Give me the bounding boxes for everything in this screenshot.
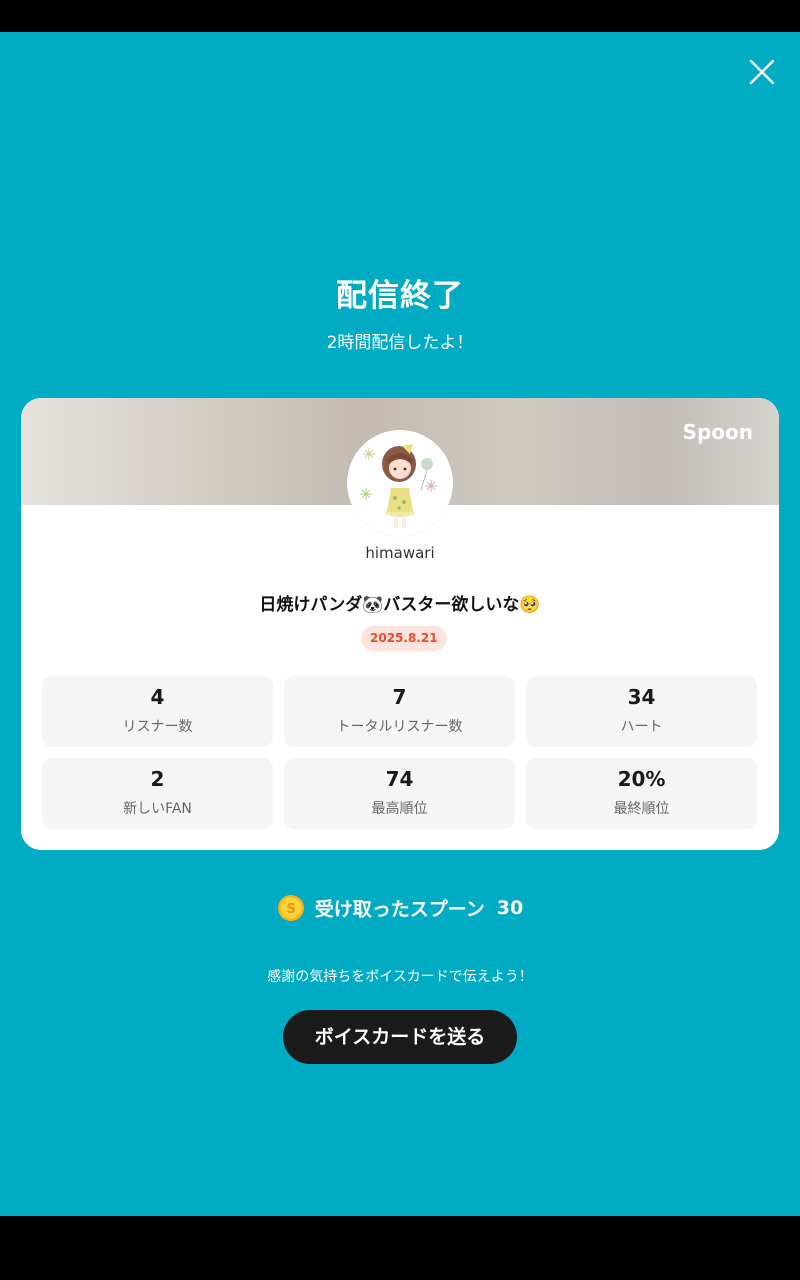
stat-label: 最高順位 (371, 801, 428, 817)
stat-label: リスナー数 (122, 719, 193, 735)
live-ended-screen: 配信終了 2時間配信したよ！ Spoon himawari 日焼けパンダ🐼バスタ… (0, 32, 800, 1216)
live-title: 日焼けパンダ🐼バスター欲しいな🥺 (21, 590, 779, 615)
page-subtitle: 2時間配信したよ！ (326, 333, 474, 353)
status-bar (0, 0, 800, 32)
stat-listeners: 4 リスナー数 (42, 676, 273, 747)
username: himawari (365, 544, 435, 562)
panda-emoji-icon: 🐼 (362, 595, 384, 615)
received-spoons: S 受け取ったスプーン 30 (0, 894, 800, 922)
stat-label: トータルリスナー数 (336, 719, 463, 735)
system-nav-bar (0, 1216, 800, 1280)
coin-symbol: S (286, 902, 295, 917)
spoon-coin-icon: S (277, 894, 305, 922)
stat-value: 7 (392, 685, 407, 709)
stat-label: ハート (620, 719, 663, 735)
stat-hearts: 34 ハート (526, 676, 757, 747)
date-badge: 2025.8.21 (361, 626, 447, 651)
stat-value: 20% (617, 767, 666, 791)
close-icon (749, 59, 775, 85)
stat-value: 34 (627, 685, 656, 709)
live-summary-card: Spoon himawari 日焼けパンダ🐼バスター欲しいな🥺 2025.8.2… (21, 398, 779, 850)
spoons-count: 30 (496, 897, 524, 919)
stat-value: 2 (150, 767, 165, 791)
brand-logo: Spoon (682, 420, 753, 444)
stat-value: 4 (150, 685, 165, 709)
avatar-illustration (347, 430, 453, 536)
pleading-face-emoji-icon: 🥺 (519, 595, 541, 615)
send-voice-card-button[interactable]: ボイスカードを送る (283, 1010, 517, 1064)
live-title-text-2: バスター欲しいな (383, 595, 520, 615)
spoons-label: 受け取ったスプーン (314, 898, 485, 921)
stats-grid: 4 リスナー数 7 トータルリスナー数 34 ハート 2 新しいFAN 74 最… (42, 676, 758, 829)
avatar[interactable] (347, 430, 453, 536)
voice-card-hint: 感謝の気持ちをボイスカードで伝えよう！ (267, 969, 533, 985)
stat-total-listeners: 7 トータルリスナー数 (284, 676, 515, 747)
stat-label: 最終順位 (613, 801, 670, 817)
page-title: 配信終了 (336, 278, 464, 314)
close-button[interactable] (748, 58, 776, 86)
stat-value: 74 (385, 767, 414, 791)
stat-final-rank: 20% 最終順位 (526, 758, 757, 829)
stat-new-fans: 2 新しいFAN (42, 758, 273, 829)
stat-label: 新しいFAN (123, 801, 192, 817)
stat-highest-rank: 74 最高順位 (284, 758, 515, 829)
live-title-text-1: 日焼けパンダ (259, 595, 363, 615)
